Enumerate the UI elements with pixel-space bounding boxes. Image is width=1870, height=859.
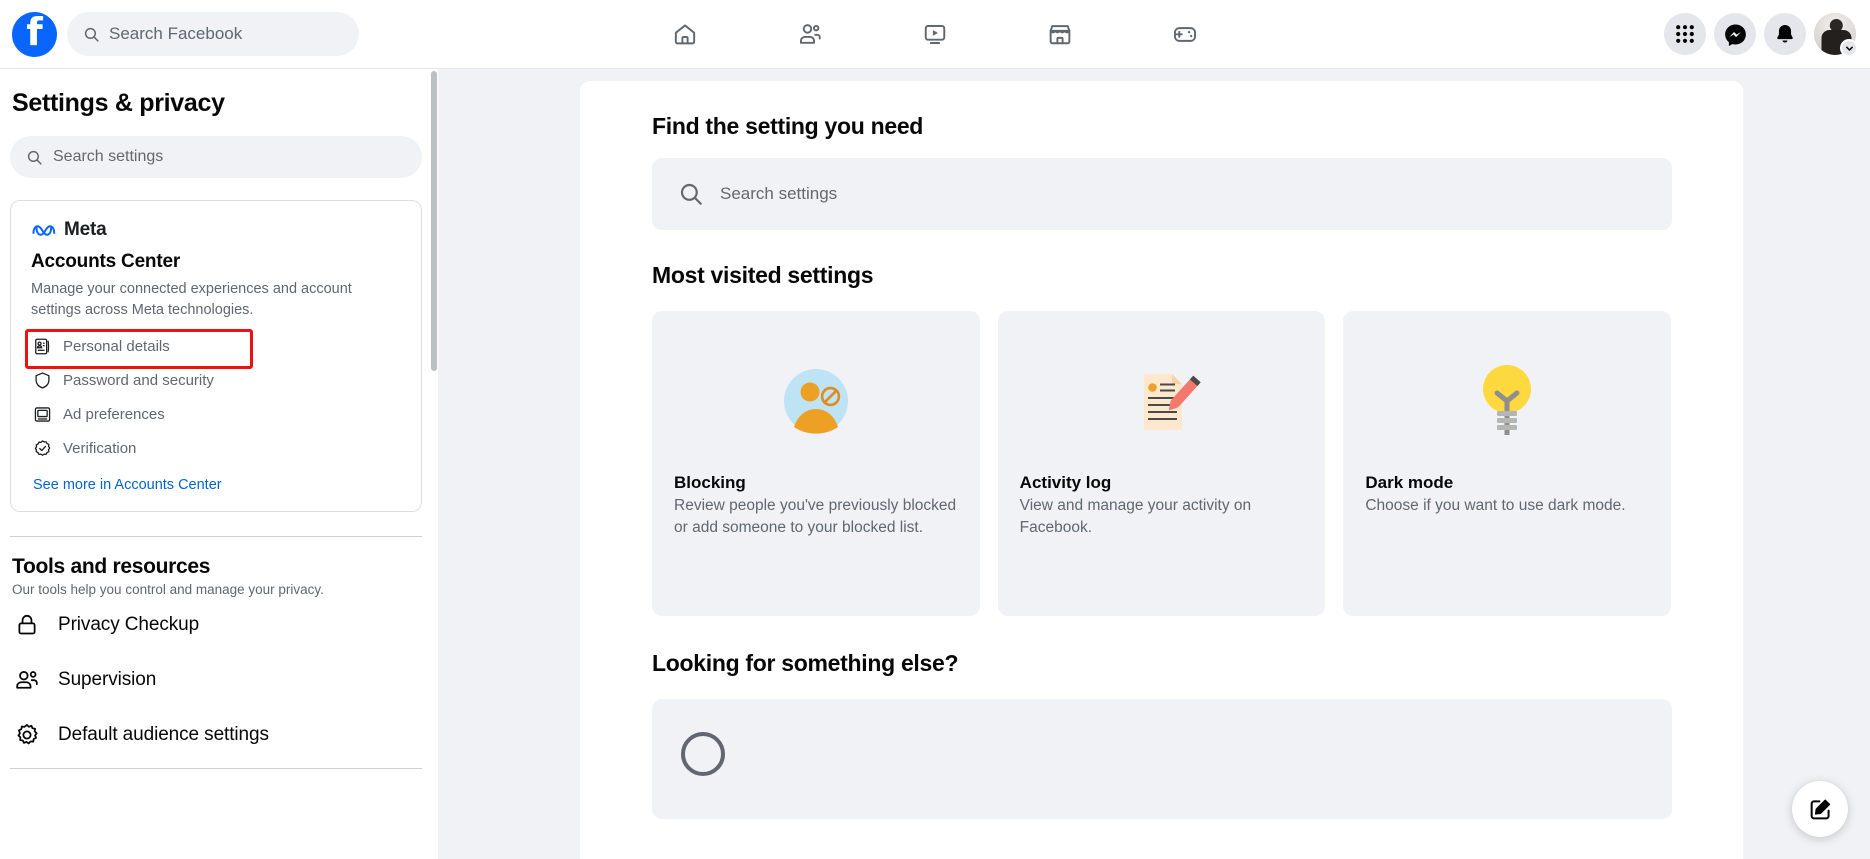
accounts-item-ad-preferences[interactable]: Ad preferences xyxy=(31,397,401,431)
top-navigation-bar: Search Facebook xyxy=(0,0,1870,69)
tool-item-label: Default audience settings xyxy=(58,723,269,745)
sidebar-search-input[interactable]: Search settings xyxy=(10,136,422,178)
home-icon xyxy=(672,21,699,48)
id-card-icon xyxy=(33,337,52,356)
accounts-item-password-and-security[interactable]: Password and security xyxy=(31,363,401,397)
tool-item-supervision[interactable]: Supervision xyxy=(10,652,416,707)
accounts-item-label: Ad preferences xyxy=(63,405,165,423)
compose-fab-button[interactable] xyxy=(1792,781,1848,837)
accounts-center-list: Personal details Password and security A… xyxy=(25,329,401,465)
topbar-nav-tabs xyxy=(623,6,1248,62)
tile-title: Dark mode xyxy=(1365,473,1454,492)
sidebar-divider-bottom xyxy=(10,768,422,770)
looking-for-something-else-title: Looking for something else? xyxy=(652,650,959,676)
nav-tab-marketplace[interactable] xyxy=(998,6,1123,62)
shield-icon xyxy=(33,371,52,390)
accounts-center-description: Manage your connected experiences and ac… xyxy=(31,281,352,318)
settings-sidebar: Settings & privacy Search settings Meta xyxy=(0,69,438,859)
bell-icon xyxy=(1774,23,1796,45)
compose-edit-icon xyxy=(1808,797,1833,822)
accounts-center-card: Meta Accounts Center Manage your connect… xyxy=(10,200,422,513)
tools-section-title: Tools and resources xyxy=(12,555,211,579)
search-icon xyxy=(26,149,43,166)
accounts-item-personal-details[interactable]: Personal details xyxy=(25,329,401,370)
grid-menu-icon xyxy=(1675,24,1695,44)
help-circle-icon xyxy=(678,727,1646,777)
people-icon xyxy=(14,667,40,693)
see-more-accounts-center-link[interactable]: See more in Accounts Center xyxy=(31,477,401,493)
gaming-controller-icon xyxy=(1172,21,1199,48)
nav-tab-friends[interactable] xyxy=(748,6,873,62)
lock-icon xyxy=(14,612,40,638)
find-setting-title: Find the setting you need xyxy=(652,113,924,139)
topbar-right-actions xyxy=(1664,13,1858,57)
tile-title: Activity log xyxy=(1019,473,1112,492)
nav-tab-gaming[interactable] xyxy=(1123,6,1248,62)
blocked-person-icon xyxy=(674,337,958,465)
tool-item-label: Supervision xyxy=(58,668,157,690)
document-pencil-icon xyxy=(1020,337,1304,465)
page-title: Settings & privacy xyxy=(12,89,225,117)
most-visited-title: Most visited settings xyxy=(652,262,874,288)
main-search-placeholder: Search settings xyxy=(720,184,838,203)
account-avatar-button[interactable] xyxy=(1814,13,1858,57)
tile-description: Choose if you want to use dark mode. xyxy=(1365,497,1626,514)
grid-menu-button[interactable] xyxy=(1664,13,1706,55)
accounts-center-title: Accounts Center xyxy=(31,251,181,272)
tool-item-label: Privacy Checkup xyxy=(58,613,200,635)
looking-for-panel[interactable] xyxy=(652,699,1672,819)
main-search-settings-input[interactable]: Search settings xyxy=(652,158,1672,230)
meta-brand-label: Meta xyxy=(64,219,107,240)
accounts-item-label: Personal details xyxy=(63,337,170,355)
accounts-item-label: Verification xyxy=(63,439,137,457)
messenger-icon xyxy=(1724,23,1747,46)
search-icon xyxy=(678,181,704,207)
nav-tab-video[interactable] xyxy=(873,6,998,62)
search-facebook-input[interactable]: Search Facebook xyxy=(67,12,359,56)
most-visited-tiles: Blocking Review people you've previously… xyxy=(652,311,1672,616)
nav-tab-home[interactable] xyxy=(623,6,748,62)
sidebar-scrollbar[interactable] xyxy=(431,71,437,371)
facebook-logo-icon[interactable] xyxy=(12,11,57,57)
chevron-down-icon xyxy=(1840,39,1858,57)
video-play-icon xyxy=(922,21,949,48)
tile-activity-log[interactable]: Activity log View and manage your activi… xyxy=(997,311,1326,616)
tool-item-default-audience-settings[interactable]: Default audience settings xyxy=(10,707,416,762)
search-facebook-placeholder: Search Facebook xyxy=(109,24,243,43)
tile-dark-mode[interactable]: Dark mode Choose if you want to use dark… xyxy=(1343,311,1672,616)
messenger-button[interactable] xyxy=(1714,13,1756,55)
gear-icon xyxy=(14,722,40,748)
meta-brand-row: Meta xyxy=(31,219,401,241)
topbar-left-group: Search Facebook xyxy=(0,11,359,57)
sidebar-divider xyxy=(10,536,422,538)
friends-icon xyxy=(797,21,824,48)
tool-item-privacy-checkup[interactable]: Privacy Checkup xyxy=(10,597,416,652)
meta-infinity-icon xyxy=(31,222,57,239)
search-icon xyxy=(83,26,100,43)
tile-description: View and manage your activity on Faceboo… xyxy=(1019,497,1252,537)
tile-title: Blocking xyxy=(674,473,746,492)
sidebar-search-placeholder: Search settings xyxy=(53,148,164,165)
monitor-icon xyxy=(33,405,52,424)
accounts-item-label: Password and security xyxy=(63,371,214,389)
verified-check-icon xyxy=(33,439,52,458)
accounts-item-verification[interactable]: Verification xyxy=(31,431,401,465)
settings-main-content: Find the setting you need Search setting… xyxy=(580,81,1743,859)
tools-section-subtitle: Our tools help you control and manage yo… xyxy=(12,582,324,598)
tile-blocking[interactable]: Blocking Review people you've previously… xyxy=(652,311,980,616)
notifications-button[interactable] xyxy=(1764,13,1806,55)
marketplace-storefront-icon xyxy=(1047,21,1074,48)
lightbulb-icon xyxy=(1365,337,1649,465)
tile-description: Review people you've previously blocked … xyxy=(674,497,957,537)
